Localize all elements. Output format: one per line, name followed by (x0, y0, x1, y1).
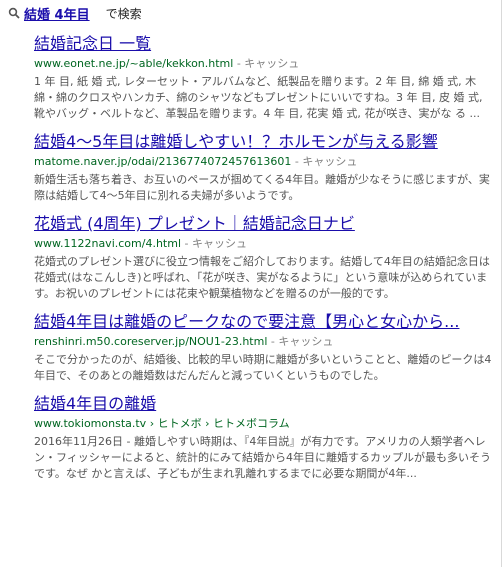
result-snippet: そこで分かったのが、結婚後、比較的早い時期に離婚が多いということと、離婚のピーク… (34, 353, 492, 382)
search-query-link[interactable]: 結婚 4年目 (24, 4, 90, 23)
search-result: 結婚4年目は離婚のピークなので要注意【男心と女心から... renshinri.… (34, 312, 496, 384)
result-url: www.1122navi.com/4.html (34, 237, 181, 250)
result-title-link[interactable]: 結婚4年目の離婚 (34, 394, 496, 414)
result-url-line: renshinri.m50.coreserver.jp/NOU1-23.html… (34, 333, 496, 351)
result-title-link[interactable]: 結婚記念日 一覧 (34, 34, 496, 54)
result-url-line: www.1122navi.com/4.html - キャッシュ (34, 235, 496, 253)
result-url: renshinri.m50.coreserver.jp/NOU1-23.html (34, 335, 268, 348)
cache-link[interactable]: キャッシュ (192, 237, 247, 250)
result-snippet: 2016年11月26日 - 離婚しやすい時期は、『4年目説』が有力です。アメリカ… (34, 435, 492, 480)
search-result: 結婚4年目の離婚 www.tokiomonsta.tv › ヒトメボ › ヒトメ… (34, 394, 496, 482)
result-url-line: www.tokiomonsta.tv › ヒトメボ › ヒトメボコラム (34, 415, 496, 433)
result-snippet: 1 年 目, 紙 婚 式, レターセット・アルバムなど、紙製品を贈ります。2 年… (34, 75, 483, 120)
search-result: 花婚式 (4周年) プレゼント｜結婚記念日ナビ www.1122navi.com… (34, 214, 496, 302)
search-results-list: 結婚記念日 一覧 www.eonet.ne.jp/~able/kekkon.ht… (34, 34, 496, 492)
result-title-link[interactable]: 花婚式 (4周年) プレゼント｜結婚記念日ナビ (34, 214, 496, 234)
search-result: 結婚4～5年目は離婚しやすい！？ホルモンが与える影響 matome.naver.… (34, 132, 496, 204)
result-title-link[interactable]: 結婚4～5年目は離婚しやすい！？ホルモンが与える影響 (34, 132, 496, 152)
cache-link[interactable]: キャッシュ (278, 335, 333, 348)
result-url: matome.naver.jp/odai/2136774072457613601 (34, 155, 292, 168)
result-url-line: matome.naver.jp/odai/2136774072457613601… (34, 153, 496, 171)
separator: - (184, 237, 192, 250)
result-snippet: 花婚式のプレゼント選びに役立つ情報をご紹介しております。結婚して4年目の結婚記念… (34, 255, 490, 300)
result-url: www.tokiomonsta.tv › ヒトメボ › ヒトメボコラム (34, 417, 290, 430)
search-suggestion-bar[interactable]: 結婚 4年目 で検索 (8, 3, 142, 23)
search-suffix-label: で検索 (105, 6, 142, 21)
cache-link[interactable]: キャッシュ (244, 57, 299, 70)
result-title-link[interactable]: 結婚4年目は離婚のピークなので要注意【男心と女心から... (34, 312, 496, 332)
result-snippet: 新婚生活も落ち着き、お互いのペースが掴めてくる4年目。離婚が少なそうに感じますが… (34, 173, 490, 202)
result-url: www.eonet.ne.jp/~able/kekkon.html (34, 57, 234, 70)
result-url-line: www.eonet.ne.jp/~able/kekkon.html - キャッシ… (34, 55, 496, 73)
search-result: 結婚記念日 一覧 www.eonet.ne.jp/~able/kekkon.ht… (34, 34, 496, 122)
frame-border (501, 0, 502, 567)
search-icon (8, 7, 20, 19)
cache-link[interactable]: キャッシュ (302, 155, 357, 168)
